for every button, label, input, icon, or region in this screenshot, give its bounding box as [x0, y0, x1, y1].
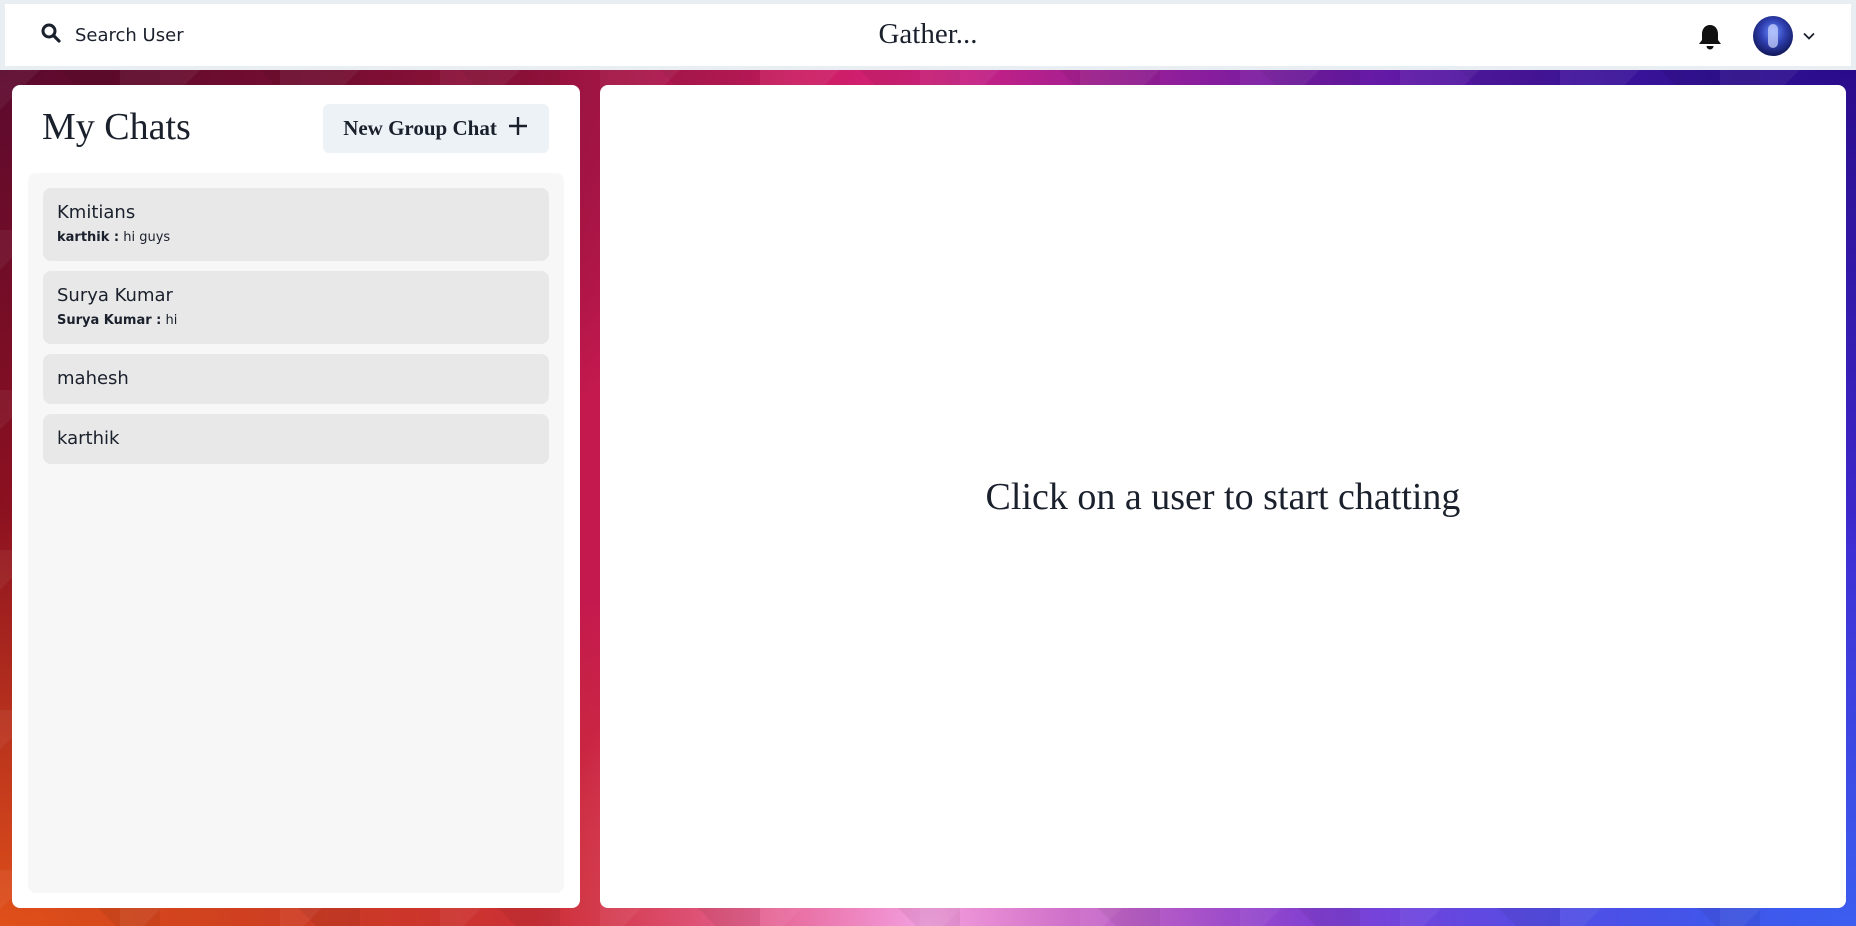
chevron-down-icon [1803, 27, 1815, 45]
chat-name: mahesh [57, 368, 129, 389]
bell-icon[interactable] [1697, 23, 1723, 51]
chat-item-mahesh[interactable]: mahesh [43, 354, 549, 404]
chat-last-message: karthik : hi guys [57, 230, 535, 245]
chat-box: Click on a user to start chatting [600, 85, 1846, 908]
my-chats-title: My Chats [42, 106, 191, 148]
chat-last-text: hi [165, 313, 178, 328]
empty-chat-message: Click on a user to start chatting [985, 475, 1461, 518]
new-group-chat-label: New Group Chat [343, 116, 497, 140]
my-chats-panel: My Chats New Group Chat Kmitians karthik… [12, 85, 580, 908]
chat-name: Kmitians [57, 202, 136, 223]
chat-last-text: hi guys [123, 230, 171, 245]
search-user-button[interactable]: Search User [29, 16, 196, 54]
chat-last-sender: Surya Kumar : [57, 313, 162, 328]
top-bar: Search User Gather... [5, 4, 1851, 66]
chat-item-karthik[interactable]: karthik [43, 414, 549, 464]
search-user-label: Search User [75, 24, 184, 46]
new-group-chat-button[interactable]: New Group Chat [323, 104, 549, 153]
plus-icon [507, 115, 529, 143]
profile-menu-button[interactable] [1753, 14, 1815, 58]
search-icon [41, 23, 61, 48]
chat-name: karthik [57, 428, 120, 449]
chat-item-kmitians[interactable]: Kmitians karthik : hi guys [43, 188, 549, 261]
app-title: Gather... [878, 18, 978, 50]
chat-item-surya-kumar[interactable]: Surya Kumar Surya Kumar : hi [43, 271, 549, 344]
chat-last-sender: karthik : [57, 230, 120, 245]
chat-name: Surya Kumar [57, 285, 173, 306]
avatar [1753, 16, 1793, 56]
chat-list: Kmitians karthik : hi guys Surya Kumar S… [28, 173, 564, 893]
chat-last-message: Surya Kumar : hi [57, 313, 535, 328]
